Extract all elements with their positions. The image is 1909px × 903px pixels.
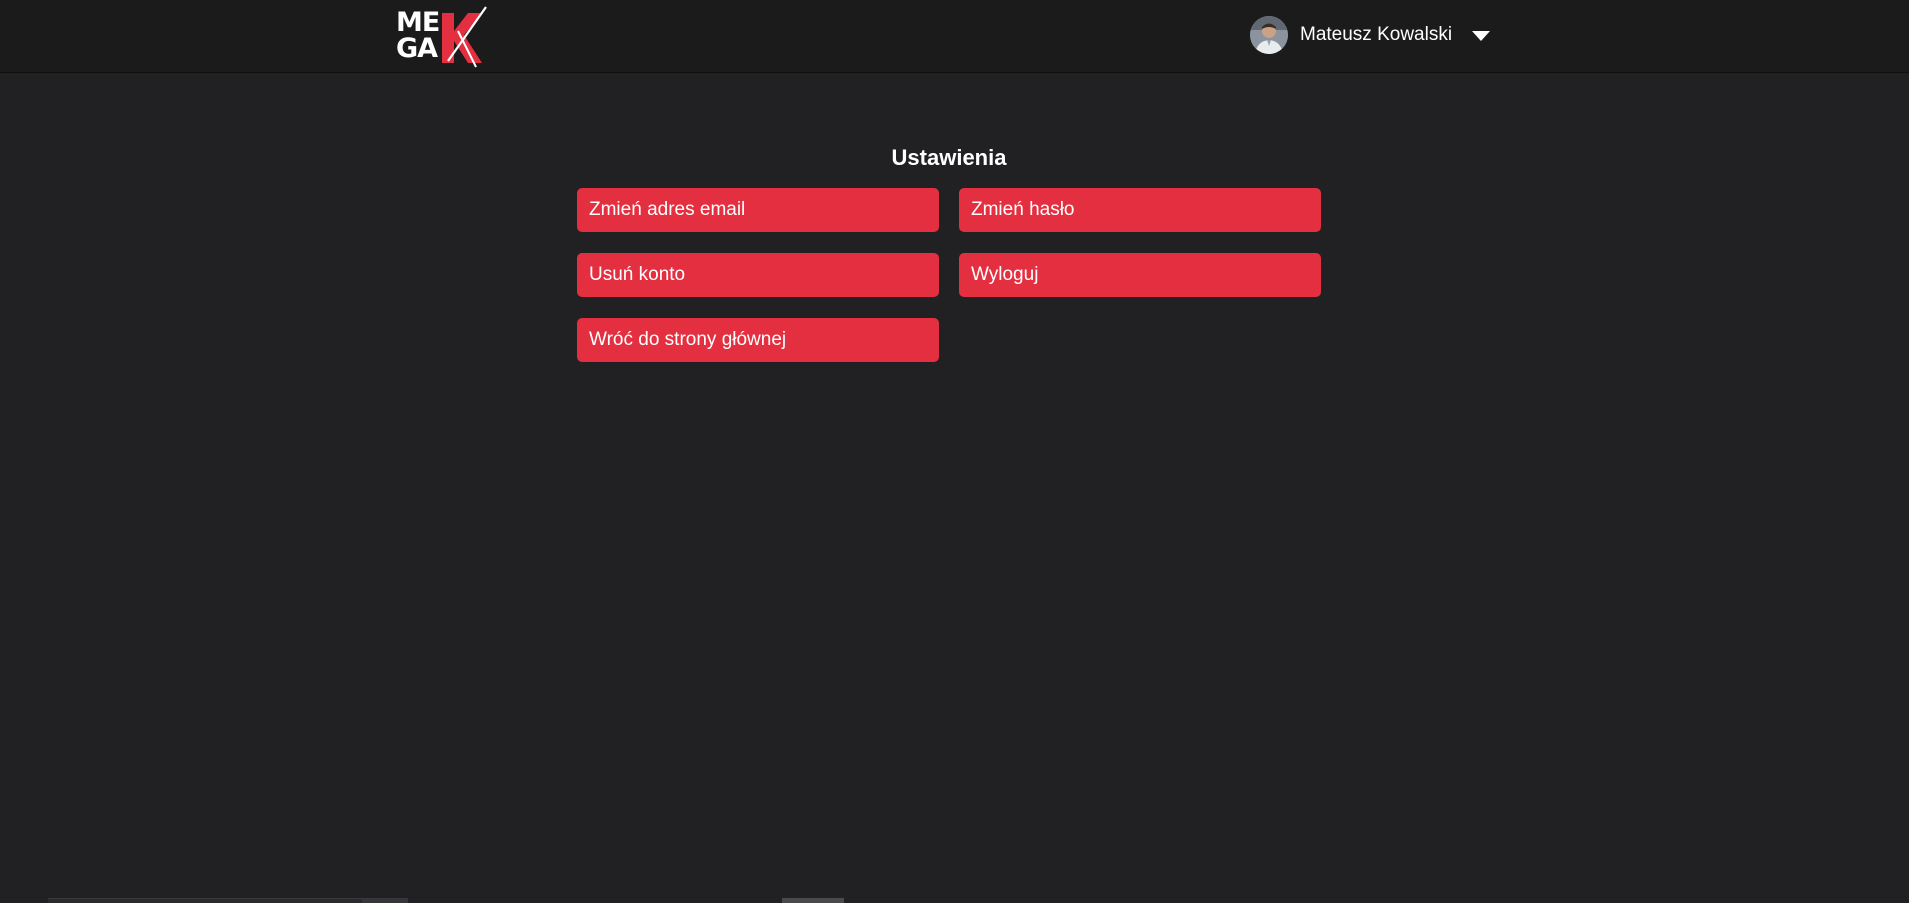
logout-button[interactable]: Wyloguj [959, 253, 1321, 297]
change-email-button[interactable]: Zmień adres email [577, 188, 939, 232]
caret-down-icon[interactable] [1472, 31, 1490, 41]
horizontal-scrollbar-thumb[interactable] [782, 898, 844, 903]
delete-account-button[interactable]: Usuń konto [577, 253, 939, 297]
back-to-home-button[interactable]: Wróć do strony głównej [577, 318, 939, 362]
user-menu[interactable]: Mateusz Kowalski [1250, 15, 1452, 55]
logo-text-ga: GA [396, 33, 438, 64]
horizontal-scrollbar-track[interactable] [48, 898, 408, 903]
user-name: Mateusz Kowalski [1300, 24, 1453, 45]
top-navbar: ME GA Mateusz Kowalski [0, 0, 1909, 73]
horizontal-scrollbar-segment[interactable] [362, 898, 408, 903]
megak-logo[interactable]: ME GA [394, 5, 490, 69]
logo-k-mark [442, 6, 487, 68]
user-avatar-icon [1250, 16, 1288, 54]
change-password-button[interactable]: Zmień hasło [959, 188, 1321, 232]
page-title: Ustawienia [891, 145, 1007, 170]
